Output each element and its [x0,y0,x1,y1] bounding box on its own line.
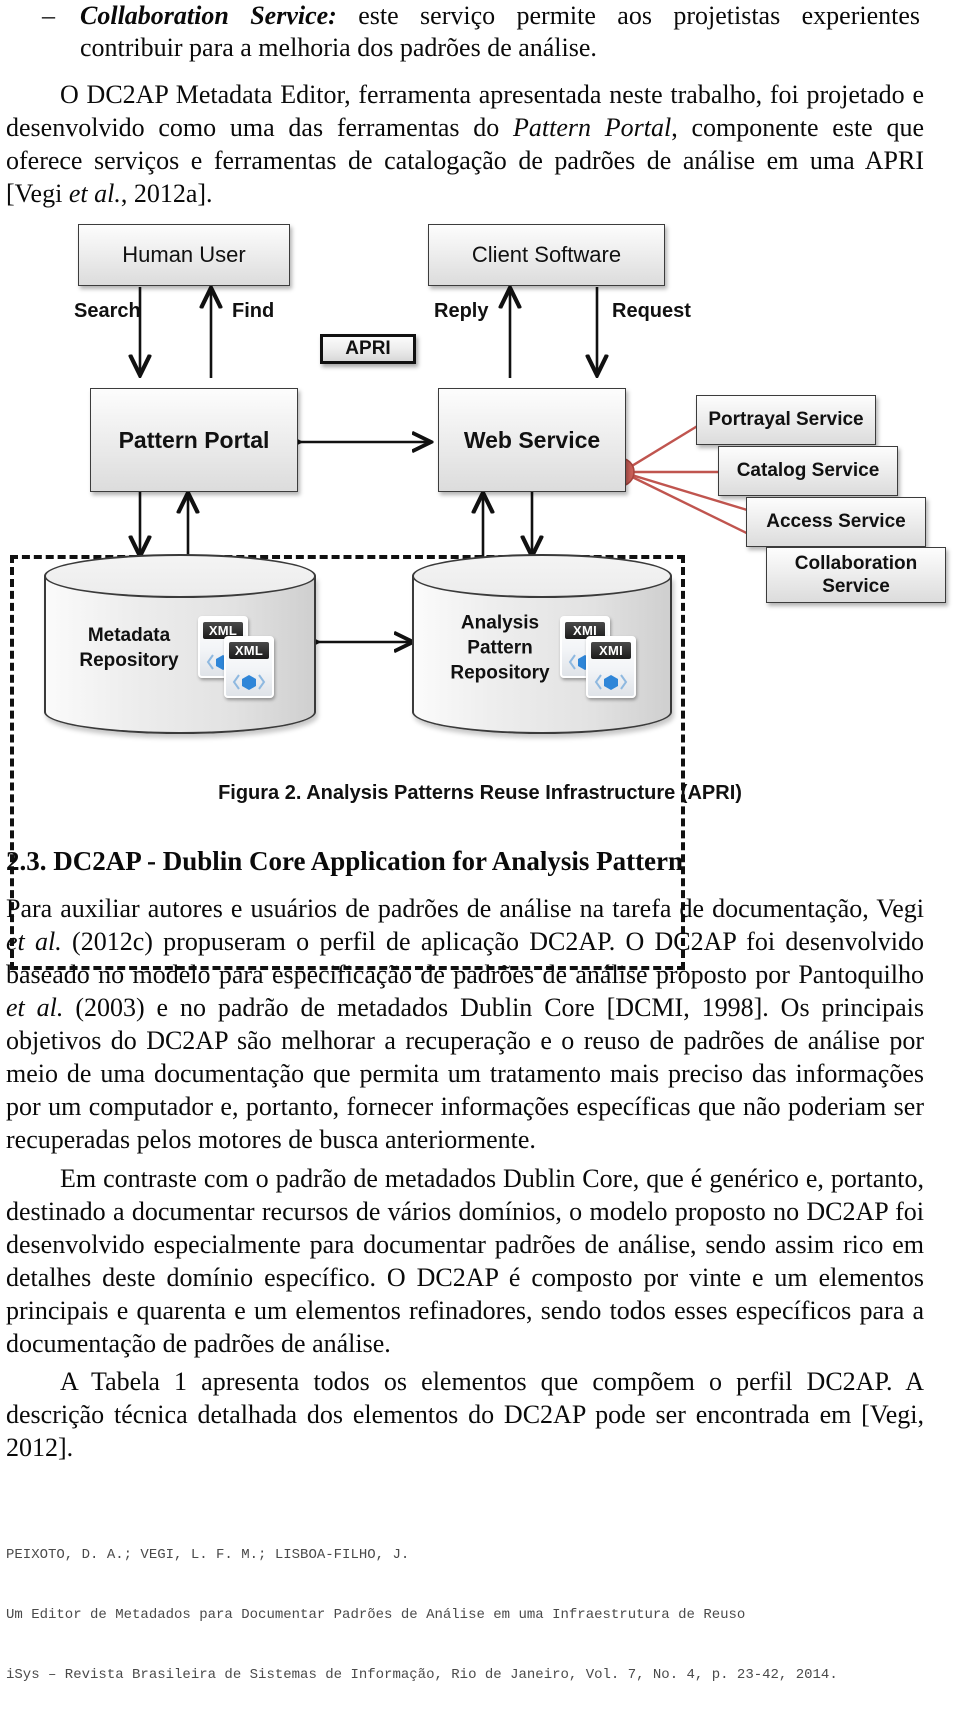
node-human-user-label: Human User [122,242,246,267]
xml-file-tag-front: XML [229,642,269,659]
footer-line-title: Um Editor de Metadados para Documentar P… [6,1607,746,1623]
p1-italic-etal: et al. [68,179,121,208]
figure-caption: Figura 2. Analysis Patterns Reuse Infras… [218,782,742,804]
xmi-gem-icon-front [594,674,628,690]
analysis-pattern-repository-cylinder-top [412,554,672,598]
node-pattern-portal-label: Pattern Portal [118,426,270,453]
paragraph-tabela-1: A Tabela 1 apresenta todos os elementos … [6,1365,924,1464]
bullet-dash: – [42,1,55,30]
p1-part-c: , 2012a]. [120,179,213,208]
node-access-service: Access Service [746,497,926,547]
p2-italic-etal-1: et al. [6,927,62,956]
xmi-file-tag-front: XMI [591,642,631,659]
node-client-software-label: Client Software [471,242,622,267]
node-client-software: Client Software [428,224,665,286]
p2-italic-etal-2: et al. [6,993,64,1022]
section-heading-2-3: 2.3. DC2AP - Dublin Core Application for… [6,846,684,876]
flow-label-search: Search [74,300,141,322]
node-collaboration-service-label: Collaboration Service [794,553,918,597]
paragraph-dc2ap-editor: O DC2AP Metadata Editor, ferramenta apre… [6,78,924,210]
node-apri-label: APRI [345,338,391,359]
node-metadata-repository: Metadata Repository XML XML [44,554,316,734]
node-access-service-label: Access Service [766,511,906,532]
node-portrayal-service: Portrayal Service [696,395,876,445]
metadata-repository-cylinder-top [44,554,316,598]
footer-line-authors: PEIXOTO, D. A.; VEGI, L. F. M.; LISBOA-F… [6,1547,410,1563]
paragraph-dublin-core-contrast: Em contraste com o padrão de metadados D… [6,1162,924,1360]
p3-text: Em contraste com o padrão de metadados D… [6,1164,924,1358]
flow-label-find: Find [232,300,275,322]
bullet-text: Collaboration Service: este serviço perm… [80,0,920,64]
xml-gem-icon-front [232,674,266,690]
xmi-file-stack: XMI XMI [560,616,640,698]
xml-file-stack: XML XML [198,616,278,698]
node-apri-tag: APRI [320,334,416,364]
bullet-item-collaboration-service: – Collaboration Service: este serviço pe… [40,0,920,64]
p2-part-c: (2003) e no padrão de metadados Dublin C… [6,993,924,1154]
paragraph-dc2ap-proposal: Para auxiliar autores e usuários de padr… [6,892,924,1156]
xmi-file-icon-front: XMI [586,636,636,698]
page-footer: PEIXOTO, D. A.; VEGI, L. F. M.; LISBOA-F… [6,1505,838,1725]
node-human-user: Human User [78,224,290,286]
node-web-service: Web Service [438,388,626,492]
flow-label-request: Request [612,300,691,322]
node-portrayal-service-label: Portrayal Service [708,409,864,430]
p2-part-b: (2012c) propuseram o perfil de aplicação… [6,927,924,989]
p4-text: A Tabela 1 apresenta todos os elementos … [6,1367,924,1462]
document-page: – Collaboration Service: este serviço pe… [0,0,960,1683]
node-collaboration-service: Collaboration Service [766,547,946,603]
node-analysis-pattern-repository-label: Analysis Pattern Repository [450,612,550,684]
node-pattern-portal: Pattern Portal [90,388,298,492]
node-catalog-service-label: Catalog Service [736,460,880,481]
bullet-term: Collaboration Service: [80,1,337,30]
node-metadata-repository-label: Metadata Repository [79,624,179,671]
p1-italic-pattern-portal: Pattern Portal [513,113,672,142]
p2-part-a: Para auxiliar autores e usuários de padr… [6,894,924,923]
node-analysis-pattern-repository: Analysis Pattern Repository XMI XMI [412,554,672,734]
xml-file-icon-front: XML [224,636,274,698]
flow-label-reply: Reply [434,300,489,322]
node-web-service-label: Web Service [463,426,601,453]
node-catalog-service: Catalog Service [718,446,898,496]
figure-apri-diagram: Human User Client Software Search Find R… [0,210,960,970]
footer-line-journal: iSys – Revista Brasileira de Sistemas de… [6,1667,838,1683]
